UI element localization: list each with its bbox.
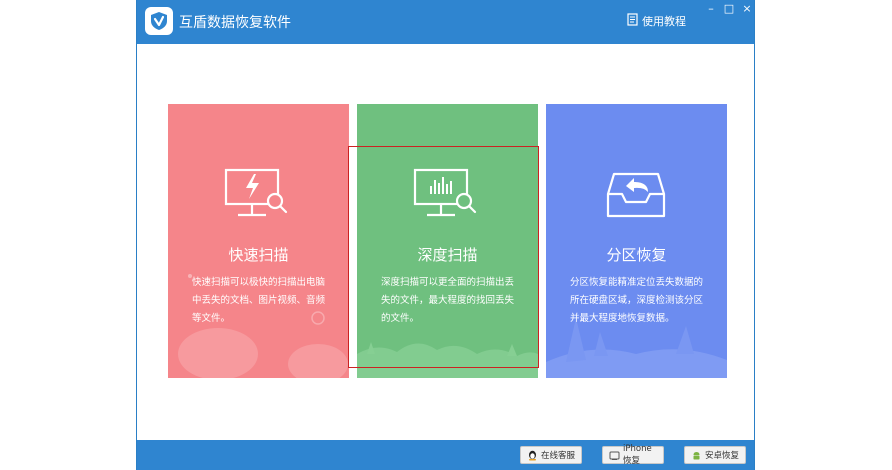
quick-scan-card[interactable]: 快速扫描 快速扫描可以极快的扫描出电脑中丢失的文档、图片视频、音频等文件。 — [168, 104, 349, 378]
inbox-return-icon — [606, 172, 666, 218]
card-background-decoration — [546, 318, 727, 378]
help-label: 使用教程 — [642, 15, 686, 28]
app-logo-icon — [145, 7, 173, 35]
online-service-label: 在线客服 — [541, 451, 576, 461]
partition-recovery-title: 分区恢复 — [606, 246, 667, 264]
iphone-recovery-button[interactable]: iPhone恢复 — [602, 444, 664, 466]
monitor-chart-icon — [413, 168, 477, 217]
card-background-decoration — [178, 274, 348, 378]
iphone-recovery-label: iPhone恢复 — [623, 444, 652, 466]
card-background-decoration — [357, 342, 538, 378]
partition-recovery-description: 分区恢复能精准定位丢失数据的所在硬盘区域，深度检测该分区并最大程度地恢复数据。 — [570, 277, 704, 324]
quick-scan-title: 快速扫描 — [228, 246, 289, 264]
online-service-button[interactable]: 在线客服 — [520, 446, 582, 464]
help-tutorial-link[interactable]: 使用教程 — [627, 13, 686, 29]
qq-penguin-icon — [527, 450, 538, 461]
bottom-bar: 在线客服 iPhone恢复 安卓恢复 — [137, 440, 754, 470]
deep-scan-card[interactable]: 深度扫描 深度扫描可以更全面的扫描出丢失的文件，最大程度的找回丢失的文件。 — [357, 104, 538, 378]
maximize-button[interactable]: □ — [721, 2, 737, 16]
document-icon — [627, 13, 638, 29]
deep-scan-description: 深度扫描可以更全面的扫描出丢失的文件，最大程度的找回丢失的文件。 — [381, 277, 515, 324]
minimize-button[interactable]: – — [703, 2, 719, 16]
phone-icon — [609, 450, 620, 461]
monitor-lightning-icon — [224, 168, 288, 217]
android-recovery-button[interactable]: 安卓恢复 — [684, 446, 746, 464]
quick-scan-description: 快速扫描可以极快的扫描出电脑中丢失的文档、图片视频、音频等文件。 — [192, 277, 326, 324]
title-bar: 互盾数据恢复软件 使用教程 – □ × — [137, 0, 754, 44]
android-icon — [691, 450, 702, 461]
deep-scan-title: 深度扫描 — [417, 246, 478, 264]
partition-recovery-card[interactable]: 分区恢复 分区恢复能精准定位丢失数据的所在硬盘区域，深度检测该分区并最大程度地恢… — [546, 104, 727, 378]
app-title: 互盾数据恢复软件 — [179, 15, 291, 31]
android-recovery-label: 安卓恢复 — [705, 451, 740, 461]
app-window: 互盾数据恢复软件 使用教程 – □ × 快速扫描 快速扫描可以极快的扫描出电脑中… — [136, 0, 755, 470]
close-button[interactable]: × — [739, 2, 755, 16]
